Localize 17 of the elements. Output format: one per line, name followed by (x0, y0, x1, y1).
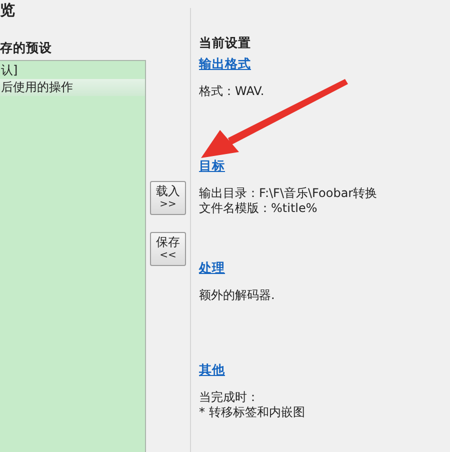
settings-title: 当前设置 (199, 34, 252, 52)
setting-text: 文件名模版：%title% (199, 200, 318, 216)
window-title: 览 (0, 0, 16, 21)
setting-text: 额外的解码器. (199, 288, 276, 303)
presets-label: 存的预设 (0, 39, 53, 57)
section-link[interactable]: 目标 (199, 157, 225, 176)
section-link[interactable]: 处理 (199, 259, 225, 278)
setting-text: 格式：WAV. (199, 84, 266, 99)
setting-text: 输出目录：F:\F\音乐\Foobar转换 (199, 186, 378, 201)
setting-text: 当完成时： (199, 390, 260, 405)
preset-button[interactable]: 载入 >> (150, 181, 186, 215)
section-link[interactable]: 输出格式 (199, 55, 251, 74)
section-link[interactable]: 其他 (199, 361, 225, 380)
setting-text: * 转移标签和内嵌图 (199, 404, 306, 420)
preset-item[interactable]: 认] (0, 62, 145, 79)
preset-item[interactable]: 后使用的操作 (0, 79, 145, 96)
preset-button[interactable]: 保存 << (150, 232, 186, 266)
